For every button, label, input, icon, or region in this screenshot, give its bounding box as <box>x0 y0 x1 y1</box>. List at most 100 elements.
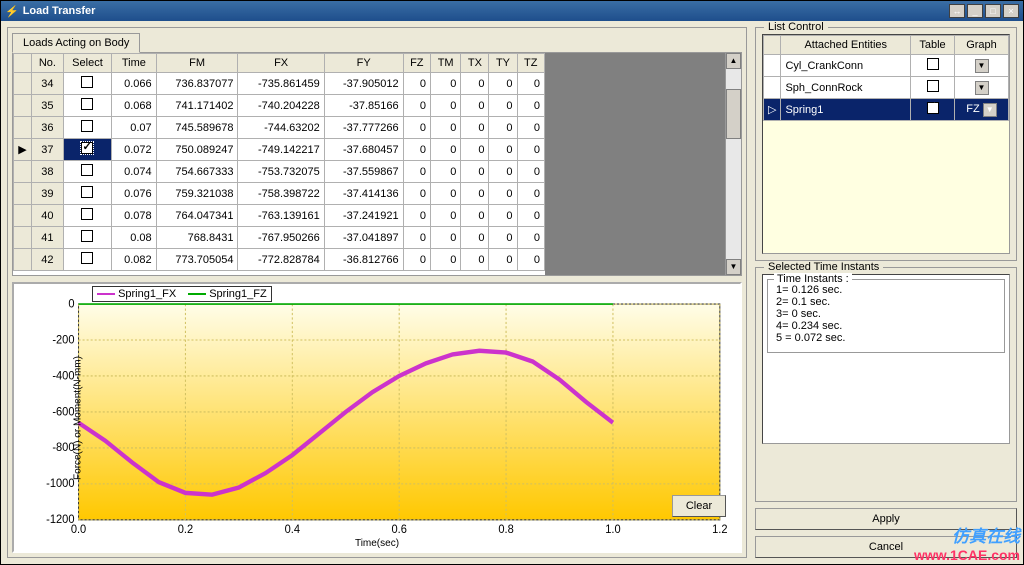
checkbox-icon[interactable] <box>927 80 939 92</box>
cell-ty: 0 <box>489 205 517 227</box>
scroll-track[interactable] <box>726 69 741 259</box>
row-pointer <box>14 73 32 95</box>
row-select[interactable] <box>63 73 111 95</box>
col-time[interactable]: Time <box>112 54 157 73</box>
table-row[interactable]: 420.082773.705054-772.828784-36.81276600… <box>14 249 545 271</box>
lc-graph-select[interactable]: FZ ▼ <box>955 99 1009 121</box>
dropdown-icon[interactable]: ▼ <box>975 81 989 95</box>
cell-tm: 0 <box>430 139 460 161</box>
cell-fm: 773.705054 <box>156 249 238 271</box>
scroll-thumb[interactable] <box>726 89 741 139</box>
table-row[interactable]: 410.08768.8431-767.950266-37.04189700000 <box>14 227 545 249</box>
titlebar: ⚡ Load Transfer ↔ _ □ × <box>1 1 1023 21</box>
list-item[interactable]: Cyl_CrankConn ▼ <box>764 55 1009 77</box>
cell-tm: 0 <box>430 161 460 183</box>
dropdown-icon[interactable]: ▼ <box>983 103 997 117</box>
tab-loads-acting[interactable]: Loads Acting on Body <box>12 33 140 53</box>
restore-icon[interactable]: ↔ <box>949 4 965 18</box>
row-pointer <box>14 205 32 227</box>
checkbox-icon[interactable] <box>81 120 93 132</box>
col-select[interactable]: Select <box>63 54 111 73</box>
row-select[interactable] <box>63 161 111 183</box>
col-fz[interactable]: FZ <box>403 54 430 73</box>
watermark-cn: 仿真在线 <box>952 522 1020 547</box>
col-tx[interactable]: TX <box>461 54 489 73</box>
table-row[interactable]: 350.068741.171402-740.204228-37.85166000… <box>14 95 545 117</box>
lc-graph-select[interactable]: ▼ <box>955 77 1009 99</box>
col-tz[interactable]: TZ <box>517 54 544 73</box>
cell-tx: 0 <box>461 161 489 183</box>
lc-table-check[interactable] <box>911 77 955 99</box>
cell-tm: 0 <box>430 249 460 271</box>
legend-swatch-fx <box>97 293 115 295</box>
loads-table: No.SelectTimeFMFXFYFZTMTXTYTZ 340.066736… <box>13 53 545 271</box>
cell-fz: 0 <box>403 183 430 205</box>
lc-graph-select[interactable]: ▼ <box>955 55 1009 77</box>
col-no.[interactable]: No. <box>32 54 64 73</box>
checkbox-icon[interactable] <box>81 164 93 176</box>
table-scrollbar[interactable]: ▲ ▼ <box>725 53 741 275</box>
list-item[interactable]: Sph_ConnRock ▼ <box>764 77 1009 99</box>
time-instants-box: Time Instants : 1= 0.126 sec.2= 0.1 sec.… <box>762 274 1010 444</box>
row-no: 41 <box>32 227 64 249</box>
checkbox-icon[interactable] <box>81 230 93 242</box>
lc-table-check[interactable] <box>911 55 955 77</box>
legend-swatch-fz <box>188 293 206 295</box>
col-fy[interactable]: FY <box>324 54 403 73</box>
svg-text:0.2: 0.2 <box>178 523 193 537</box>
minimize-button[interactable]: _ <box>967 4 983 18</box>
checkbox-icon[interactable] <box>927 58 939 70</box>
cell-ty: 0 <box>489 227 517 249</box>
maximize-button[interactable]: □ <box>985 4 1001 18</box>
checkbox-icon[interactable] <box>81 208 93 220</box>
cell-tz: 0 <box>517 73 544 95</box>
table-row[interactable]: 380.074754.667333-753.732075-37.55986700… <box>14 161 545 183</box>
cell-tz: 0 <box>517 227 544 249</box>
scroll-down-icon[interactable]: ▼ <box>726 259 741 275</box>
cell-time: 0.072 <box>112 139 157 161</box>
list-control-group: List Control Attached Entities Table Gra… <box>755 27 1017 261</box>
table-row[interactable]: 400.078764.047341-763.139161-37.24192100… <box>14 205 545 227</box>
row-select[interactable] <box>63 205 111 227</box>
lc-entity-name: Cyl_CrankConn <box>781 55 911 77</box>
cell-time: 0.076 <box>112 183 157 205</box>
time-instants-label: Time Instants : <box>774 273 852 285</box>
dropdown-icon[interactable]: ▼ <box>975 59 989 73</box>
scroll-up-icon[interactable]: ▲ <box>726 53 741 69</box>
row-select[interactable] <box>63 249 111 271</box>
table-row[interactable]: ▶370.072750.089247-749.142217-37.6804570… <box>14 139 545 161</box>
row-select[interactable] <box>63 183 111 205</box>
sti-title: Selected Time Instants <box>764 261 883 273</box>
cell-tx: 0 <box>461 117 489 139</box>
row-select[interactable] <box>63 139 111 161</box>
lc-entity-name: Spring1 <box>781 99 911 121</box>
checkbox-icon[interactable] <box>81 186 93 198</box>
row-no: 40 <box>32 205 64 227</box>
cell-fy: -37.85166 <box>324 95 403 117</box>
time-instant-item: 3= 0 sec. <box>776 308 996 320</box>
row-select[interactable] <box>63 95 111 117</box>
table-row[interactable]: 360.07745.589678-744.63202-37.7772660000… <box>14 117 545 139</box>
cell-fy: -37.905012 <box>324 73 403 95</box>
cell-tz: 0 <box>517 95 544 117</box>
checkbox-icon[interactable] <box>81 98 93 110</box>
row-select[interactable] <box>63 117 111 139</box>
col-ty[interactable]: TY <box>489 54 517 73</box>
checkbox-icon[interactable] <box>927 102 939 114</box>
cell-time: 0.07 <box>112 117 157 139</box>
checkbox-icon[interactable] <box>81 76 93 88</box>
cell-fy: -37.559867 <box>324 161 403 183</box>
checkbox-icon[interactable] <box>81 252 93 264</box>
row-select[interactable] <box>63 227 111 249</box>
close-button[interactable]: × <box>1003 4 1019 18</box>
checkbox-icon[interactable] <box>81 142 93 154</box>
col-tm[interactable]: TM <box>430 54 460 73</box>
col-fm[interactable]: FM <box>156 54 238 73</box>
list-item[interactable]: ▷Spring1FZ ▼ <box>764 99 1009 121</box>
clear-button[interactable]: Clear <box>672 495 726 517</box>
lc-entity-name: Sph_ConnRock <box>781 77 911 99</box>
table-row[interactable]: 340.066736.837077-735.861459-37.90501200… <box>14 73 545 95</box>
table-row[interactable]: 390.076759.321038-758.398722-37.41413600… <box>14 183 545 205</box>
lc-table-check[interactable] <box>911 99 955 121</box>
col-fx[interactable]: FX <box>238 54 324 73</box>
